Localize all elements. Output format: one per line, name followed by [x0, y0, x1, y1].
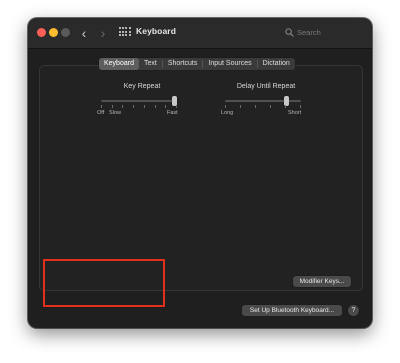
help-button[interactable]: ?: [348, 305, 359, 316]
tab-dictation[interactable]: Dictation: [258, 58, 295, 70]
key-repeat-tick: [101, 105, 102, 108]
tab-input-sources[interactable]: Input Sources: [203, 58, 256, 70]
key-repeat-label-fast: Fast: [167, 110, 178, 116]
delay-label-short: Short: [288, 110, 302, 116]
window-title: Keyboard: [136, 26, 177, 36]
modifier-keys-button[interactable]: Modifier Keys...: [293, 276, 351, 287]
key-repeat-tick: [165, 105, 167, 108]
delay-until-repeat-tick: [255, 105, 256, 108]
delay-until-repeat-title: Delay Until Repeat: [236, 83, 296, 90]
search-input[interactable]: [297, 25, 359, 40]
key-repeat-title: Key Repeat: [123, 83, 161, 90]
highlight-annotation-box: [43, 259, 165, 307]
delay-until-repeat-tick: [270, 105, 271, 108]
content-panel: [39, 65, 363, 291]
chevron-right-icon[interactable]: ›: [96, 25, 110, 41]
key-repeat-track[interactable]: [101, 100, 177, 102]
search-field[interactable]: [280, 25, 364, 40]
delay-until-repeat-tick: [225, 105, 226, 108]
grid-icon[interactable]: [119, 27, 131, 39]
minimize-button[interactable]: [49, 28, 58, 37]
tab-keyboard[interactable]: Keyboard: [99, 58, 139, 70]
delay-until-repeat-tick: [240, 105, 241, 108]
key-repeat-tick: [143, 105, 145, 108]
close-button[interactable]: [37, 28, 46, 37]
search-icon: [285, 28, 294, 37]
tab-bar: Keyboard Text Shortcuts Input Sources Di…: [99, 58, 295, 70]
key-repeat-tick: [111, 105, 113, 108]
delay-until-repeat-tick: [300, 105, 301, 108]
delay-label-long: Long: [221, 110, 234, 116]
tab-shortcuts[interactable]: Shortcuts: [163, 58, 203, 70]
key-repeat-label-slow: Slow: [109, 110, 121, 116]
title-bar: ‹ › Keyboard: [28, 18, 372, 49]
delay-until-repeat-tick: [285, 105, 286, 108]
zoom-button[interactable]: [61, 28, 70, 37]
key-repeat-tick: [133, 105, 135, 108]
key-repeat-label-off: Off: [97, 110, 105, 116]
tab-text[interactable]: Text: [139, 58, 162, 70]
key-repeat-tick: [176, 105, 177, 108]
delay-until-repeat-group: Delay Until Repeat Long Short: [221, 83, 311, 123]
key-repeat-tick: [154, 105, 156, 108]
delay-until-repeat-track[interactable]: [225, 100, 301, 102]
setup-bluetooth-keyboard-button[interactable]: Set Up Bluetooth Keyboard...: [242, 305, 342, 316]
key-repeat-tick: [122, 105, 124, 108]
chevron-left-icon[interactable]: ‹: [77, 25, 91, 41]
key-repeat-group: Key Repeat Off Slow Fast: [97, 83, 187, 123]
